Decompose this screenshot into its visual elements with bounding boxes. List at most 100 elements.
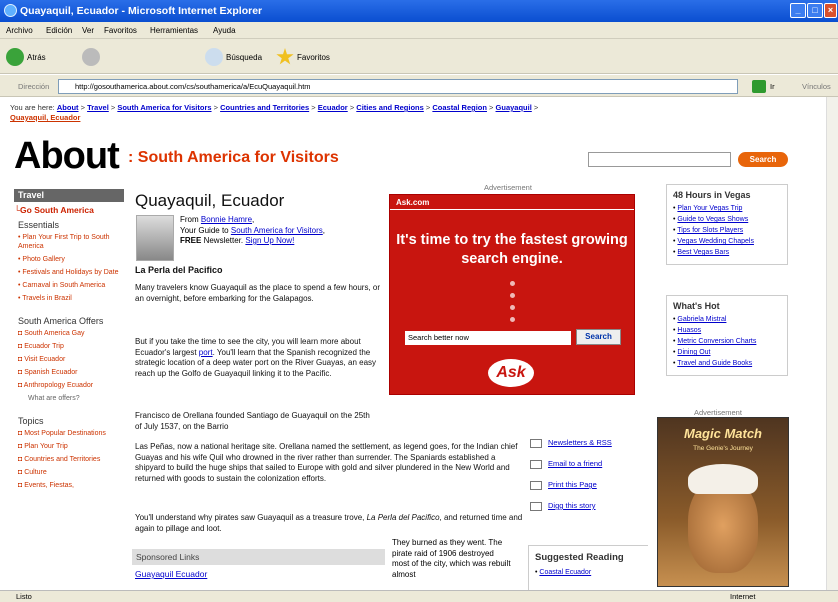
essentials-item[interactable]: • Plan Your First Trip to South America <box>18 233 124 251</box>
offer-item[interactable]: ◘ Anthropology Ecuador <box>18 381 124 390</box>
essentials-item[interactable]: • Travels in Brazil <box>18 294 124 303</box>
article-subtitle: La Perla del Pacifico <box>135 265 223 275</box>
whats-hot-box: What's Hot • Gabriela Mistral • Huasos •… <box>666 295 788 376</box>
maximize-button[interactable]: □ <box>807 3 823 18</box>
links-label[interactable]: Vínculos <box>802 82 831 91</box>
ad-search-input[interactable]: Search better now <box>405 331 571 345</box>
menu-edicion[interactable]: Edición <box>46 26 72 35</box>
rss-icon <box>530 438 542 448</box>
topic-item[interactable]: ◘ Countries and Territories <box>18 455 124 464</box>
ad-search-button[interactable]: Search <box>576 329 621 345</box>
offer-item[interactable]: ◘ Spanish Ecuador <box>18 368 124 377</box>
newsletter-tool[interactable]: Newsletters & RSS <box>530 438 612 448</box>
ad-label-2: Advertisement <box>694 408 742 417</box>
topic-item[interactable]: ◘ Events, Fiestas, <box>18 481 124 490</box>
crumb-travel[interactable]: Travel <box>87 103 109 112</box>
article-tools: Newsletters & RSS Email to a friend Prin… <box>530 438 612 522</box>
menu-ayuda[interactable]: Ayuda <box>213 26 236 35</box>
paragraph-3a: Francisco de Orellana founded Santiago d… <box>135 411 370 431</box>
status-bar: Listo Internet <box>0 590 838 602</box>
go-label[interactable]: Ir <box>770 82 775 91</box>
crumb-cities[interactable]: Cities and Regions <box>356 103 424 112</box>
url-input[interactable]: http://gosouthamerica.about.com/cs/south… <box>58 79 738 94</box>
title-bar: Quayaquil, Ecuador - Microsoft Internet … <box>0 0 838 22</box>
site-search-input[interactable] <box>588 152 731 167</box>
crumb-ecuador[interactable]: Ecuador <box>318 103 348 112</box>
list-item[interactable]: • Best Vegas Bars <box>673 248 781 258</box>
favorites-button[interactable]: Favoritos <box>276 47 330 67</box>
list-item[interactable]: • Tips for Slots Players <box>673 226 781 236</box>
list-item[interactable]: • Vegas Wedding Chapels <box>673 237 781 247</box>
minimize-button[interactable]: _ <box>790 3 806 18</box>
site-title[interactable]: : South America for Visitors <box>128 149 339 167</box>
your-guide-label: Your Guide to <box>180 225 229 235</box>
forward-button[interactable] <box>82 47 100 67</box>
list-item[interactable]: • Travel and Guide Books <box>673 359 781 369</box>
topic-item[interactable]: ◘ Most Popular Destinations <box>18 429 124 438</box>
print-tool[interactable]: Print this Page <box>530 480 612 490</box>
crumb-coastal[interactable]: Coastal Region <box>432 103 487 112</box>
offer-item[interactable]: ◘ South America Gay <box>18 329 124 338</box>
offer-item[interactable]: ◘ Visit Ecuador <box>18 355 124 364</box>
list-item[interactable]: • Guide to Vegas Shows <box>673 215 781 225</box>
author-link[interactable]: Bonnie Hamre <box>201 215 252 224</box>
email-icon <box>530 459 542 469</box>
vegas-title: 48 Hours in Vegas <box>673 190 751 200</box>
close-button[interactable]: × <box>824 3 837 18</box>
search-button[interactable]: Búsqueda <box>205 47 262 67</box>
comma: , <box>252 215 255 224</box>
whats-hot-title: What's Hot <box>673 301 720 311</box>
magic-match-ad[interactable]: Magic Match The Genie's Journey <box>657 417 789 587</box>
port-link[interactable]: port <box>199 348 213 357</box>
digg-icon <box>530 501 542 511</box>
digg-tool[interactable]: Digg this story <box>530 501 612 511</box>
paragraph-2: But if you take the time to see the city… <box>135 337 377 378</box>
menu-archivo[interactable]: Archivo <box>6 26 33 35</box>
ad-brand: Ask.com <box>396 198 430 207</box>
menu-favoritos[interactable]: Favoritos <box>104 26 137 35</box>
list-item[interactable]: • Metric Conversion Charts <box>673 337 781 347</box>
go-arrow-icon[interactable] <box>752 80 766 93</box>
list-item[interactable]: • Dining Out <box>673 348 781 358</box>
ask-logo[interactable]: Ask <box>488 359 534 387</box>
site-search-button[interactable]: Search <box>738 152 788 167</box>
address-bar: Dirección http://gosouthamerica.about.co… <box>0 75 838 97</box>
menu-herramientas[interactable]: Herramientas <box>150 26 198 35</box>
forward-arrow-icon <box>82 48 100 66</box>
offers-more-link[interactable]: What are offers? <box>28 394 124 403</box>
paragraph-3b: Las Peñas, now a national heritage site.… <box>135 442 518 483</box>
list-item[interactable]: • Gabriela Mistral <box>673 315 781 325</box>
crumb-guayaquil[interactable]: Guayaquil <box>496 103 532 112</box>
topic-item[interactable]: ◘ Culture <box>18 468 124 477</box>
email-tool[interactable]: Email to a friend <box>530 459 612 469</box>
vertical-scrollbar[interactable] <box>826 97 838 590</box>
essentials-item[interactable]: • Festivals and Holidays by Date <box>18 268 124 277</box>
ask-ad[interactable]: Ask.com It's time to try the fastest gro… <box>389 194 635 395</box>
sidebar-header[interactable]: Travel <box>14 189 124 202</box>
essentials-item[interactable]: • Photo Gallery <box>18 255 124 264</box>
favorites-label: Favoritos <box>297 52 330 62</box>
signup-link[interactable]: Sign Up Now! <box>245 236 294 245</box>
list-item[interactable]: • Huasos <box>673 326 781 336</box>
crumb-countries[interactable]: Countries and Territories <box>220 103 309 112</box>
sidebar-go-link[interactable]: └Go South America <box>14 206 124 215</box>
ad-label: Advertisement <box>484 183 532 192</box>
comma: , <box>322 225 325 235</box>
crumb-sa[interactable]: South America for Visitors <box>117 103 211 112</box>
crumb-about[interactable]: About <box>57 103 79 112</box>
offer-item[interactable]: ◘ Ecuador Trip <box>18 342 124 351</box>
paragraph-5: They burned as they went. The pirate rai… <box>392 538 511 579</box>
about-logo[interactable]: About <box>14 135 120 178</box>
sponsored-link[interactable]: Guayaquil Ecuador <box>135 569 207 579</box>
star-icon <box>276 48 294 65</box>
breadcrumb-prefix: You are here: <box>10 103 55 112</box>
essentials-item[interactable]: • Carnaval in South America <box>18 281 124 290</box>
print-icon <box>530 480 542 490</box>
suggested-item[interactable]: • Coastal Ecuador <box>535 569 642 576</box>
topic-item[interactable]: ◘ Plan Your Trip <box>18 442 124 451</box>
menu-ver[interactable]: Ver <box>82 26 94 35</box>
crumb-current[interactable]: Quayaquil, Ecuador <box>10 113 80 122</box>
guide-link[interactable]: South America for Visitors <box>231 226 323 235</box>
back-button[interactable]: Atrás <box>6 47 46 67</box>
list-item[interactable]: • Plan Your Vegas Trip <box>673 204 781 214</box>
